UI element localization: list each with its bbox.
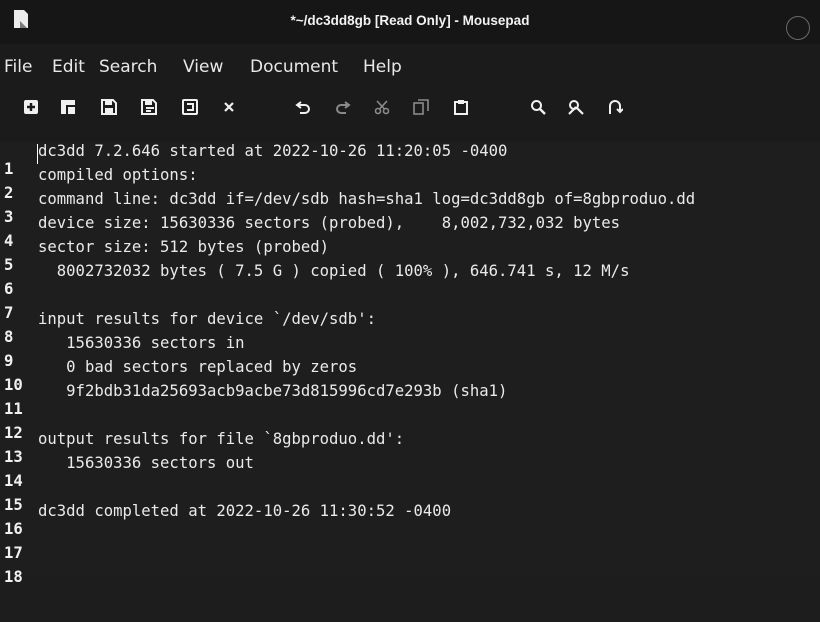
text-editor[interactable]: 1 dc3dd 7.2.646 started at 2022-10-26 11…: [0, 142, 820, 586]
editor-line: 17: [0, 526, 820, 562]
editor-line: 4 device size: 15630336 sectors (probed)…: [0, 214, 820, 250]
find-replace-icon[interactable]: [565, 96, 587, 118]
line-text: 8002732032 bytes ( 7.5 G ) copied ( 100%…: [38, 262, 630, 280]
go-to-line-icon[interactable]: [604, 96, 626, 118]
editor-line: 11 9f2bdb31da25693acb9acbe73d815996cd7e2…: [0, 382, 820, 418]
title-bar: *~/dc3dd8gb [Read Only] - Mousepad: [0, 0, 820, 44]
editor-line: 8 input results for device `/dev/sdb':: [0, 310, 820, 346]
editor-line: 18: [0, 550, 820, 586]
line-text: dc3dd 7.2.646 started at 2022-10-26 11:2…: [38, 142, 508, 160]
save-icon[interactable]: [98, 96, 120, 118]
line-text: sector size: 512 bytes (probed): [38, 238, 330, 256]
editor-line: 10 0 bad sectors replaced by zeros: [0, 358, 820, 394]
menu-search[interactable]: Search: [99, 44, 157, 86]
menu-bar: File Edit Search View Document Help: [0, 44, 820, 86]
line-text: input results for device `/dev/sdb':: [38, 310, 376, 328]
close-icon[interactable]: [218, 96, 240, 118]
line-text: compiled options:: [38, 166, 198, 184]
editor-line: 3 command line: dc3dd if=/dev/sdb hash=s…: [0, 190, 820, 226]
menu-file[interactable]: File: [4, 44, 32, 86]
new-window-icon[interactable]: [57, 96, 79, 118]
editor-line: 2 compiled options:: [0, 166, 820, 202]
line-text: 15630336 sectors out: [38, 454, 254, 472]
new-document-icon[interactable]: [20, 96, 42, 118]
line-text: dc3dd completed at 2022-10-26 11:30:52 -…: [38, 502, 452, 520]
editor-line: 1 dc3dd 7.2.646 started at 2022-10-26 11…: [0, 142, 820, 178]
line-text: 15630336 sectors in: [38, 334, 245, 352]
save-as-icon[interactable]: [138, 96, 160, 118]
editor-line: 15: [0, 478, 820, 514]
line-number: 18: [4, 568, 23, 586]
menu-edit[interactable]: Edit: [52, 44, 85, 86]
editor-line: 6 8002732032 bytes ( 7.5 G ) copied ( 10…: [0, 262, 820, 298]
line-text: command line: dc3dd if=/dev/sdb hash=sha…: [38, 190, 696, 208]
editor-line: 14 15630336 sectors out: [0, 454, 820, 490]
menu-document[interactable]: Document: [250, 44, 338, 86]
line-text: output results for file `8gbproduo.dd':: [38, 430, 405, 448]
line-text: 0 bad sectors replaced by zeros: [38, 358, 358, 376]
paste-icon[interactable]: [450, 96, 472, 118]
editor-line: 5 sector size: 512 bytes (probed): [0, 238, 820, 274]
menu-view[interactable]: View: [183, 44, 223, 86]
editor-line: 7: [0, 286, 820, 322]
window-control-button[interactable]: [786, 16, 810, 40]
menu-help[interactable]: Help: [363, 44, 402, 86]
editor-line: 9 15630336 sectors in: [0, 334, 820, 370]
editor-line: 13 output results for file `8gbproduo.dd…: [0, 430, 820, 466]
cut-icon[interactable]: [371, 96, 393, 118]
editor-line: 16 dc3dd completed at 2022-10-26 11:30:5…: [0, 502, 820, 538]
editor-line: 12: [0, 406, 820, 442]
find-icon[interactable]: [527, 96, 549, 118]
line-text: 9f2bdb31da25693acb9acbe73d815996cd7e293b…: [38, 382, 508, 400]
revert-icon[interactable]: [179, 96, 201, 118]
redo-icon[interactable]: [332, 96, 354, 118]
line-text: device size: 15630336 sectors (probed), …: [38, 214, 621, 232]
window-title: *~/dc3dd8gb [Read Only] - Mousepad: [290, 13, 530, 28]
copy-icon[interactable]: [410, 96, 432, 118]
undo-icon[interactable]: [292, 96, 314, 118]
text-cursor: [37, 144, 38, 164]
